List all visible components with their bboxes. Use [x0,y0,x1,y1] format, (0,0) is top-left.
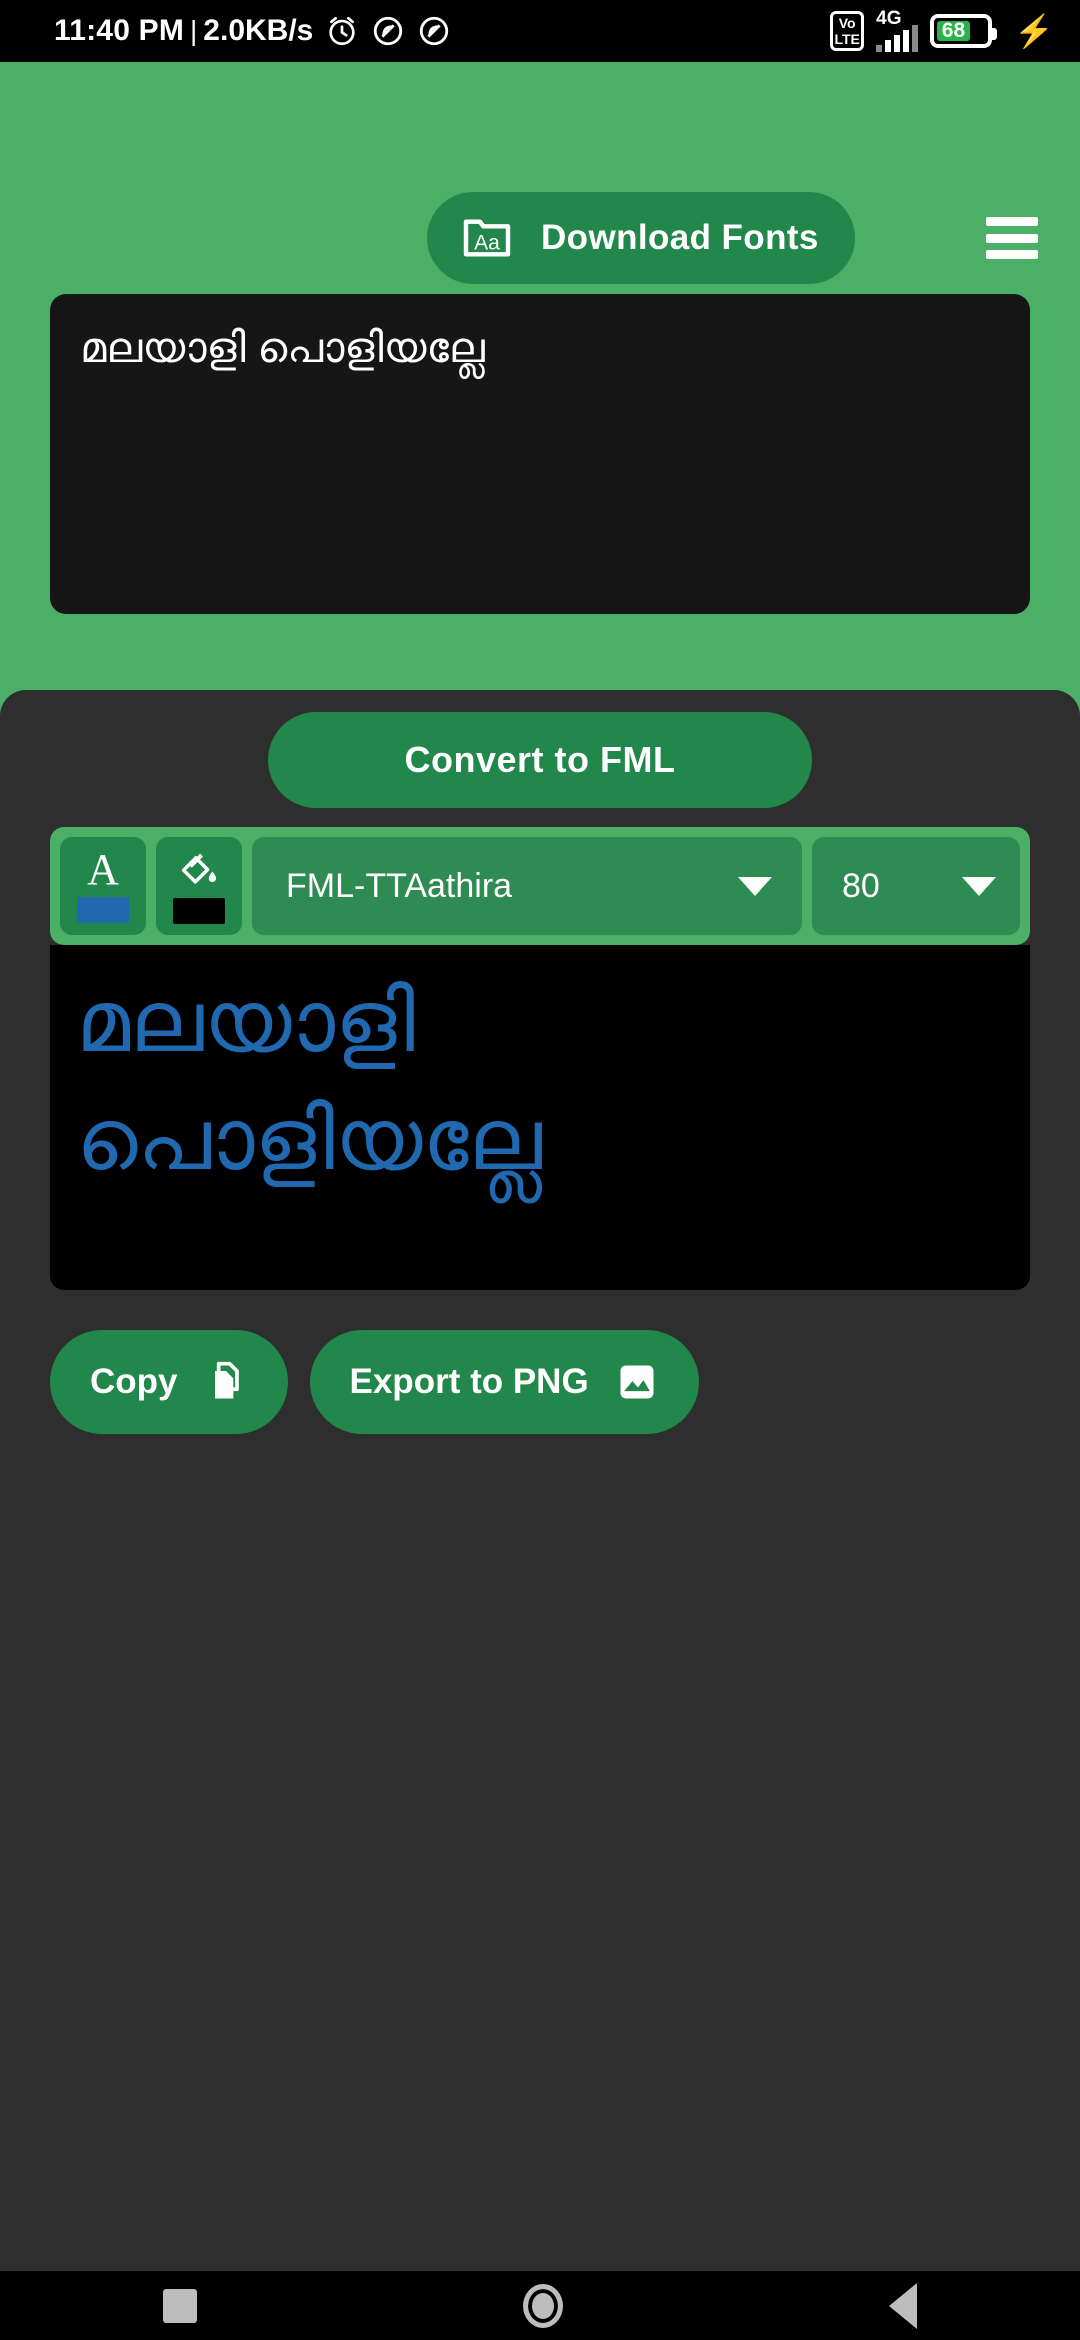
preview-line-2: പൊളിയല്ലേ [76,1092,542,1188]
chevron-down-icon [962,876,996,896]
network-type-label: 4G [876,8,902,29]
status-bar-left: 11:40 PM | 2.0KB/s [54,14,451,48]
image-icon [615,1360,659,1404]
svg-text:Aa: Aa [474,232,500,255]
network-speed-text: 2.0KB/s [203,14,314,47]
copy-icon [204,1360,248,1404]
font-folder-aa-icon: Aa [459,210,515,266]
format-toolbar: A FML-TTAathira 80 [50,827,1030,945]
status-bar-right: Vo LTE 4G 68 ⚡ [830,8,1054,52]
text-color-button[interactable]: A [60,837,146,935]
menu-bar-1 [986,217,1038,226]
charging-bolt-icon: ⚡ [1014,13,1054,49]
copy-button[interactable]: Copy [50,1330,288,1434]
battery-icon: 68 [930,14,998,48]
download-fonts-label: Download Fonts [541,218,819,257]
hamburger-menu-icon[interactable] [986,217,1038,259]
converted-text-preview[interactable]: മലയാളി പൊളിയല്ലേ [50,945,1030,1290]
app-content: Aa Download Fonts മലയാളി പൊളിയല്ലേ Conve… [0,62,1080,2271]
convert-to-fml-button[interactable]: Convert to FML [268,712,812,808]
home-circle-icon[interactable] [523,2283,563,2328]
signal-strength-icon: 4G [876,8,919,52]
malayalam-text-input[interactable]: മലയാളി പൊളിയല്ലേ [50,294,1030,614]
font-family-dropdown[interactable]: FML-TTAathira [252,837,802,935]
volte-icon: Vo LTE [830,11,865,51]
status-separator: | [190,15,198,46]
back-triangle-icon[interactable] [889,2282,917,2329]
alarm-icon [325,14,359,48]
menu-bar-3 [986,250,1038,259]
status-clock: 11:40 PM [54,14,185,47]
text-color-letter: A [87,845,119,894]
dnd-icon [371,14,405,48]
volte-top-label: Vo [838,15,856,31]
app-header: Aa Download Fonts [0,62,1080,284]
preview-line-1: മലയാളി [76,974,416,1070]
text-color-swatch [77,897,129,923]
font-size-value: 80 [842,866,880,905]
font-size-dropdown[interactable]: 80 [812,837,1020,935]
export-to-png-button[interactable]: Export to PNG [309,1330,699,1434]
copy-button-label: Copy [90,1362,178,1401]
fill-color-button[interactable] [156,837,242,935]
export-button-label: Export to PNG [349,1362,589,1401]
fill-color-swatch [173,898,225,924]
font-family-value: FML-TTAathira [286,866,513,905]
battery-percent-label: 68 [937,19,970,42]
download-fonts-button[interactable]: Aa Download Fonts [427,192,855,284]
result-panel: A FML-TTAathira 80 മലയാളി പൊളിയല്ലേ Copy… [0,690,1080,2271]
status-bar: 11:40 PM | 2.0KB/s Vo LTE 4G 68 ⚡ [0,0,1080,62]
dnd-icon [417,14,451,48]
chevron-down-icon [738,876,772,896]
signal-bars [876,25,919,52]
action-buttons: Copy Export to PNG [50,1330,699,1434]
volte-bottom-label: LTE [834,31,860,47]
paint-bucket-icon [176,848,222,892]
android-navigation-bar [0,2271,1080,2340]
recents-square-icon[interactable] [163,2288,197,2323]
menu-bar-2 [986,233,1038,243]
